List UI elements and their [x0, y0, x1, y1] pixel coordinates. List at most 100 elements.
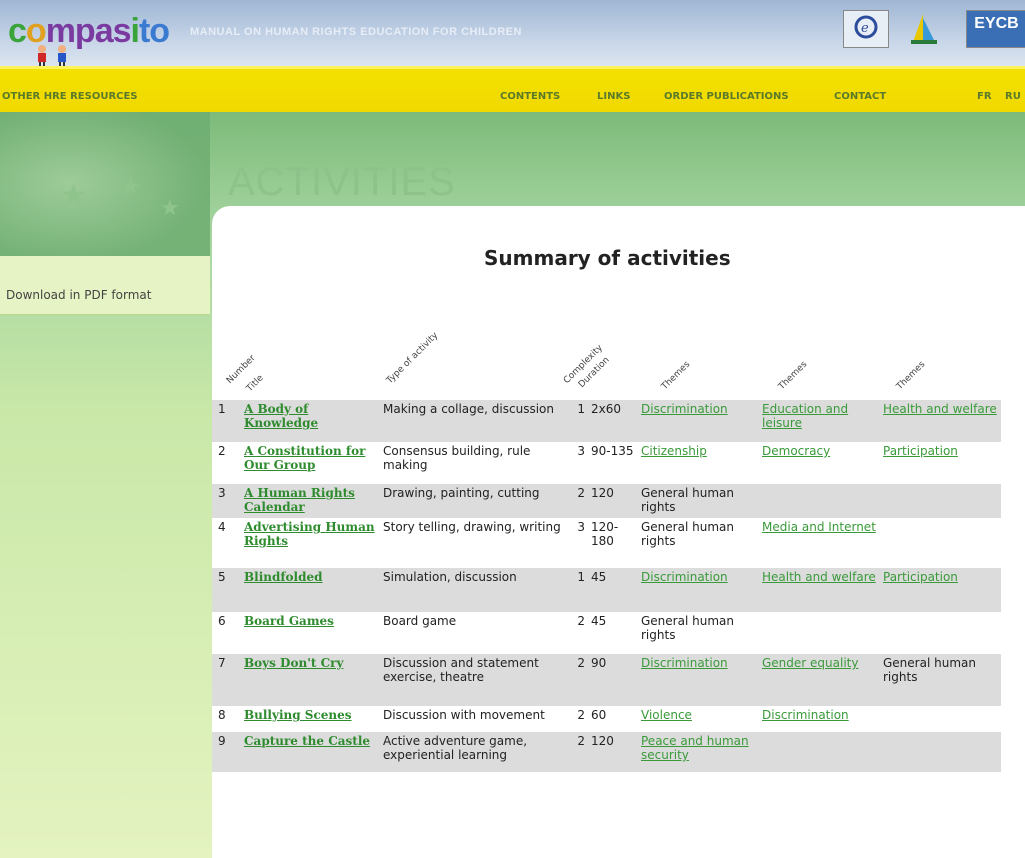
column-header-type: Type of activity	[384, 330, 441, 386]
activity-type-cell: Discussion with movement	[380, 706, 568, 732]
svg-text:e: e	[861, 21, 869, 36]
complexity-text: 2	[577, 734, 585, 748]
number-text: 3	[218, 486, 226, 500]
theme-link[interactable]: Discrimination	[641, 402, 728, 416]
theme-cell	[880, 612, 1001, 654]
theme-text: General human rights	[641, 520, 734, 548]
activity-type-text: Active adventure game, experiential lear…	[383, 734, 528, 762]
activity-type-cell: Active adventure game, experiential lear…	[380, 732, 568, 772]
theme-cell: General human rights	[638, 518, 759, 568]
duration-cell: 45	[588, 612, 638, 654]
theme-cell: General human rights	[638, 484, 759, 518]
activity-type-text: Simulation, discussion	[383, 570, 517, 584]
number-cell: 9	[212, 732, 241, 772]
number-text: 6	[218, 614, 226, 628]
activity-title-link[interactable]: Boys Don't Cry	[244, 656, 343, 670]
theme-cell: Discrimination	[759, 706, 880, 732]
complexity-text: 1	[577, 402, 585, 416]
theme-cell: Citizenship	[638, 442, 759, 484]
activity-title-link[interactable]: Bullying Scenes	[244, 708, 352, 722]
duration-text: 120-180	[591, 520, 619, 548]
site-header: compasito MANUAL ON HUMAN RIGHTS EDUCATI…	[0, 0, 1025, 70]
theme-cell: Participation	[880, 442, 1001, 484]
theme-cell	[880, 706, 1001, 732]
theme-cell: Discrimination	[638, 654, 759, 706]
theme-link[interactable]: Peace and human security	[641, 734, 749, 762]
theme-text: General human rights	[883, 656, 976, 684]
theme-text: General human rights	[641, 614, 734, 642]
theme-cell: Education and leisure	[759, 400, 880, 442]
site-subtitle: MANUAL ON HUMAN RIGHTS EDUCATION FOR CHI…	[190, 26, 522, 38]
nav-contact[interactable]: CONTACT	[834, 91, 886, 102]
nav-contents[interactable]: CONTENTS	[500, 91, 560, 102]
activity-title-cell: A Human Rights Calendar	[241, 484, 380, 518]
complexity-cell: 2	[568, 732, 588, 772]
duration-cell: 120	[588, 732, 638, 772]
theme-link[interactable]: Gender equality	[762, 656, 858, 670]
sail-logo-icon[interactable]	[905, 10, 941, 46]
theme-cell: Media and Internet	[759, 518, 880, 568]
column-header-themes: Themes	[659, 359, 693, 392]
eycb-logo[interactable]: EYCB	[966, 10, 1025, 48]
activity-type-text: Story telling, drawing, writing	[383, 520, 561, 534]
activity-title-cell: Capture the Castle	[241, 732, 380, 772]
duration-text: 90	[591, 656, 607, 670]
star-icon: ★	[60, 178, 87, 213]
theme-cell	[880, 484, 1001, 518]
theme-link[interactable]: Citizenship	[641, 444, 707, 458]
activity-title-cell: A Constitution for Our Group	[241, 442, 380, 484]
nav-other-hre-resources[interactable]: OTHER HRE RESOURCES	[2, 91, 138, 102]
activity-type-cell: Simulation, discussion	[380, 568, 568, 612]
activity-title-cell: A Body of Knowledge	[241, 400, 380, 442]
theme-link[interactable]: Health and welfare	[762, 570, 876, 584]
number-cell: 7	[212, 654, 241, 706]
nav-lang-ru[interactable]: RU	[1005, 91, 1021, 102]
nav-lang-fr[interactable]: FR	[977, 91, 992, 102]
table-row: 2 A Constitution for Our Group Consensus b…	[212, 442, 1001, 484]
theme-link[interactable]: Education and leisure	[762, 402, 848, 430]
complexity-text: 3	[577, 444, 585, 458]
activity-type-text: Discussion and statement exercise, theat…	[383, 656, 539, 684]
theme-link[interactable]: Participation	[883, 444, 958, 458]
activity-title-link[interactable]: Board Games	[244, 614, 334, 628]
complexity-cell: 2	[568, 484, 588, 518]
table-row: 9 Capture the Castle Active adventure game…	[212, 732, 1001, 772]
nav-links[interactable]: LINKS	[597, 91, 630, 102]
activity-type-text: Drawing, painting, cutting	[383, 486, 540, 500]
number-text: 8	[218, 708, 226, 722]
download-pdf-link[interactable]: Download in PDF format	[6, 288, 151, 302]
duration-text: 120	[591, 486, 614, 500]
complexity-cell: 2	[568, 654, 588, 706]
page-title: Summary of activities	[484, 246, 731, 270]
complexity-cell: 2	[568, 706, 588, 732]
theme-link[interactable]: Media and Internet	[762, 520, 876, 534]
decorative-banner	[0, 112, 210, 262]
theme-link[interactable]: Discrimination	[762, 708, 849, 722]
duration-cell: 60	[588, 706, 638, 732]
theme-link[interactable]: Violence	[641, 708, 692, 722]
duration-text: 45	[591, 570, 607, 584]
theme-link[interactable]: Health and welfare	[883, 402, 997, 416]
theme-cell: Health and welfare	[880, 400, 1001, 442]
number-cell: 1	[212, 400, 241, 442]
theme-cell	[759, 732, 880, 772]
table-row: 8 Bullying Scenes Discussion with movement…	[212, 706, 1001, 732]
number-text: 1	[218, 402, 226, 416]
activity-title-link[interactable]: A Constitution for Our Group	[244, 444, 365, 472]
activity-title-link[interactable]: A Human Rights Calendar	[244, 486, 355, 514]
theme-link[interactable]: Democracy	[762, 444, 830, 458]
activity-title-link[interactable]: A Body of Knowledge	[244, 402, 318, 430]
duration-text: 90-135	[591, 444, 634, 458]
activity-title-link[interactable]: Blindfolded	[244, 570, 323, 584]
council-of-europe-icon[interactable]: e	[843, 10, 889, 48]
theme-link[interactable]: Discrimination	[641, 570, 728, 584]
sidebar-download-item[interactable]: Download in PDF format	[0, 256, 210, 315]
theme-link[interactable]: Discrimination	[641, 656, 728, 670]
activity-title-link[interactable]: Advertising Human Rights	[244, 520, 375, 548]
activity-title-link[interactable]: Capture the Castle	[244, 734, 370, 748]
content-panel: Summary of activities Number Title Type …	[212, 206, 1025, 858]
number-text: 9	[218, 734, 226, 748]
activity-type-text: Discussion with movement	[383, 708, 545, 722]
nav-order-publications[interactable]: ORDER PUBLICATIONS	[664, 91, 789, 102]
theme-link[interactable]: Participation	[883, 570, 958, 584]
